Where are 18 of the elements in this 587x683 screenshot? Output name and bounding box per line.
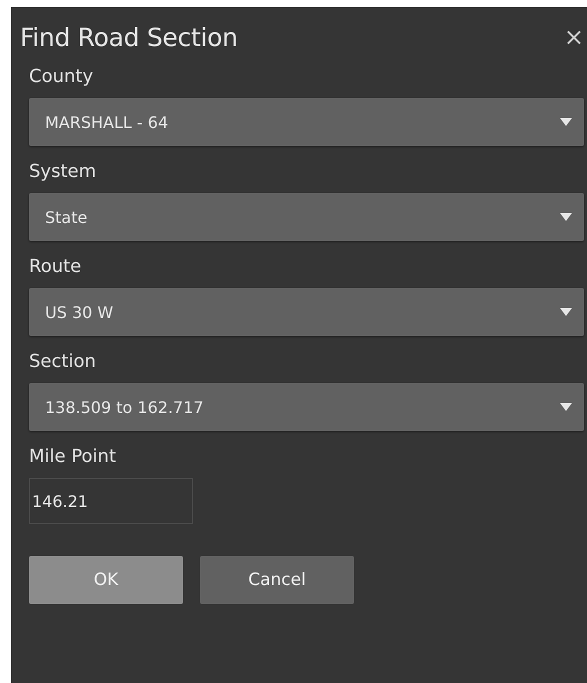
caret-icon (560, 402, 572, 412)
dropdown-select[interactable]: US 30 W (29, 288, 584, 336)
caret-icon (560, 307, 572, 317)
caret-icon (560, 117, 572, 127)
field-label: Mile Point (29, 445, 118, 469)
caret-icon (560, 212, 572, 222)
field-label: County (29, 65, 94, 89)
input-field[interactable]: 146.21 (29, 478, 193, 524)
dialog-title: Find Road Section (20, 22, 238, 52)
field-label: System (29, 160, 98, 184)
cancel-button[interactable]: Cancel (200, 556, 354, 604)
field-label: Route (29, 255, 82, 279)
field-label: Section (29, 350, 97, 374)
dropdown-select[interactable]: MARSHALL - 64 (29, 98, 584, 146)
close-button[interactable]: × (564, 25, 584, 49)
ok-button[interactable]: OK (29, 556, 183, 604)
dropdown-select[interactable]: State (29, 193, 584, 241)
dropdown-select[interactable]: 138.509 to 162.717 (29, 383, 584, 431)
